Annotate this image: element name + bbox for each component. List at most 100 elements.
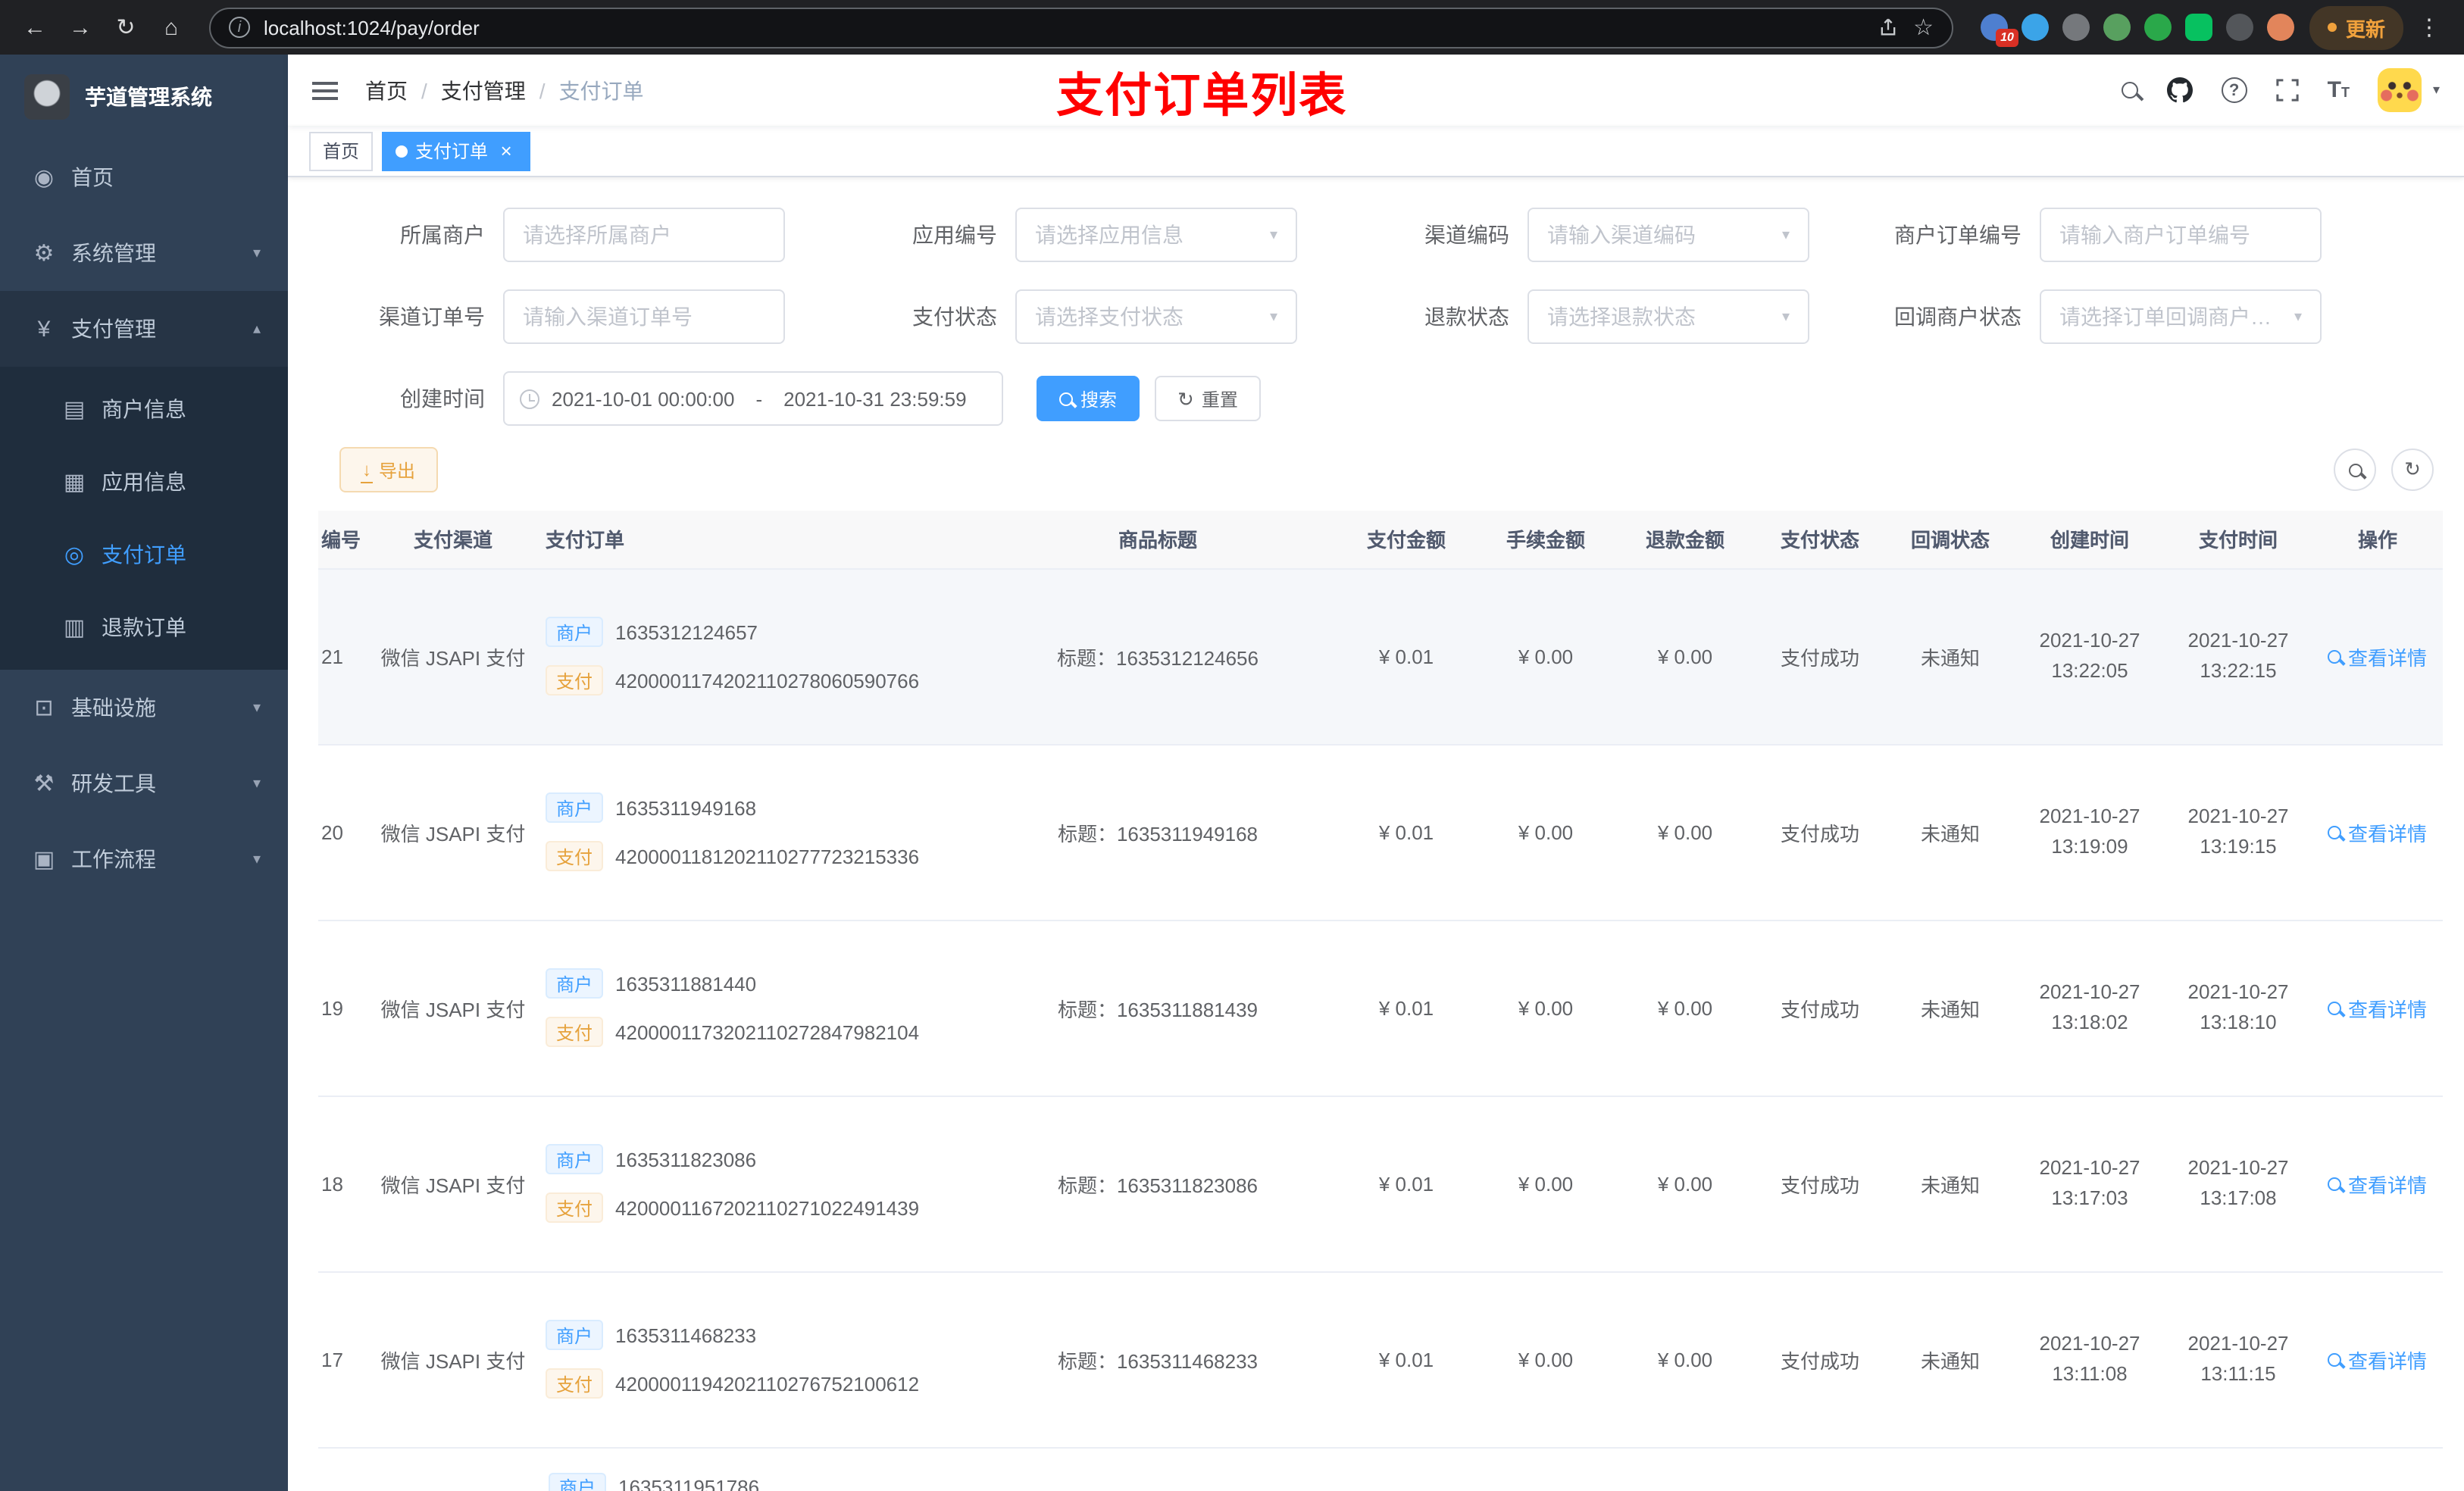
merchant-tag: 商户 bbox=[546, 792, 604, 823]
cell-channel: 微信 JSAPI 支付 bbox=[370, 1096, 536, 1272]
extension-icon[interactable] bbox=[2143, 14, 2172, 41]
sidebar-item-label: 支付管理 bbox=[71, 317, 156, 341]
sidebar-item-label: 首页 bbox=[71, 165, 114, 189]
search-icon bbox=[1059, 392, 1073, 405]
extension-icon[interactable]: 10 bbox=[1980, 14, 2018, 47]
sidebar-item-home[interactable]: ◉ 首页 bbox=[0, 139, 288, 215]
tab-home[interactable]: 首页 bbox=[309, 131, 374, 170]
date-range-picker[interactable]: 2021-10-01 00:00:00 - 2021-10-31 23:59:5… bbox=[503, 371, 1003, 426]
filter-merchant-order-no: 商户订单编号 bbox=[1876, 208, 2322, 262]
table-row[interactable]: 21 微信 JSAPI 支付 商户 1635312124657 支付 4200001… bbox=[318, 568, 2443, 745]
sidebar-item-refund-order[interactable]: ▥ 退款订单 bbox=[0, 591, 288, 664]
update-button[interactable]: 更新 bbox=[2309, 5, 2403, 49]
cell-notify: 未通知 bbox=[1885, 744, 2015, 921]
cell-refund: ¥ 0.00 bbox=[1615, 920, 1755, 1096]
table-row[interactable]: 20 微信 JSAPI 支付 商户 1635311949168 支付 4200001… bbox=[318, 744, 2443, 921]
view-detail-link[interactable]: 查看详情 bbox=[2328, 1169, 2427, 1198]
app-select[interactable]: 请选择应用信息 ▾ bbox=[1015, 208, 1297, 262]
extension-icon[interactable] bbox=[2062, 14, 2090, 41]
sidebar-item-workflow[interactable]: ▣ 工作流程 ▾ bbox=[0, 821, 288, 897]
col-status: 支付状态 bbox=[1755, 511, 1885, 569]
address-bar[interactable]: i localhost:1024/pay/order ☆ bbox=[209, 7, 1953, 48]
fullscreen-icon[interactable] bbox=[2275, 79, 2299, 102]
document-icon: ▥ bbox=[63, 615, 86, 641]
chevron-down-icon: ▾ bbox=[1781, 227, 1790, 243]
sidebar-item-label: 商户信息 bbox=[102, 397, 186, 421]
search-icon[interactable] bbox=[2121, 82, 2138, 98]
view-detail-link[interactable]: 查看详情 bbox=[2328, 817, 2427, 846]
export-button[interactable]: ↓ 导出 bbox=[339, 447, 439, 492]
search-icon bbox=[2348, 463, 2362, 477]
dashboard-icon: ◉ bbox=[33, 165, 55, 191]
time: 13:18:10 bbox=[2200, 1011, 2277, 1033]
sidebar-item-merchant-info[interactable]: ▤ 商户信息 bbox=[0, 373, 288, 445]
toggle-search-button[interactable] bbox=[2334, 449, 2376, 491]
sidebar-item-app-info[interactable]: ▦ 应用信息 bbox=[0, 445, 288, 518]
search-button[interactable]: 搜索 bbox=[1037, 376, 1140, 421]
breadcrumb-section[interactable]: 支付管理 bbox=[441, 75, 526, 105]
table-row[interactable]: 18 微信 JSAPI 支付 商户 1635311823086 支付 4200001… bbox=[318, 1096, 2443, 1272]
refresh-table-button[interactable]: ↻ bbox=[2391, 449, 2434, 491]
share-icon[interactable] bbox=[1877, 17, 1898, 38]
pay-status-select[interactable]: 请选择支付状态 ▾ bbox=[1015, 289, 1297, 344]
bookmark-star-icon[interactable]: ☆ bbox=[1913, 14, 1934, 41]
sidebar-item-infra[interactable]: ⊡ 基础设施 ▾ bbox=[0, 670, 288, 746]
breadcrumb-home[interactable]: 首页 bbox=[365, 75, 408, 105]
sidebar-item-label: 退款订单 bbox=[102, 615, 186, 639]
bank-card-icon: ▤ bbox=[63, 397, 86, 423]
cell-amount: ¥ 0.01 bbox=[1337, 568, 1476, 745]
chevron-down-icon: ▾ bbox=[252, 245, 261, 261]
profile-avatar-icon[interactable] bbox=[2266, 14, 2294, 41]
merchant-input[interactable] bbox=[503, 208, 785, 262]
channel-code-select[interactable]: 请输入渠道编码 ▾ bbox=[1527, 208, 1809, 262]
view-detail-link[interactable]: 查看详情 bbox=[2328, 1345, 2427, 1374]
refund-status-select[interactable]: 请选择退款状态 ▾ bbox=[1527, 289, 1809, 344]
view-detail-link[interactable]: 查看详情 bbox=[2328, 642, 2427, 670]
sidebar-item-payment[interactable]: ¥ 支付管理 ▴ bbox=[0, 291, 288, 367]
close-tab-icon[interactable]: × bbox=[496, 139, 517, 162]
extension-icon[interactable] bbox=[2225, 14, 2253, 41]
extension-icon[interactable] bbox=[2103, 14, 2131, 41]
sidebar-item-system[interactable]: ⚙ 系统管理 ▾ bbox=[0, 215, 288, 291]
chevron-down-icon: ▾ bbox=[252, 851, 261, 867]
notify-status-select[interactable]: 请选择订单回调商户状态 ▾ bbox=[2040, 289, 2322, 344]
table-row-partial[interactable]: 商户 1635311951786 bbox=[318, 1447, 2443, 1491]
reset-button[interactable]: ↻ 重置 bbox=[1155, 376, 1261, 421]
sidebar-item-label: 工作流程 bbox=[71, 847, 156, 871]
cell-pay-time: 2021-10-27 13:19:15 bbox=[2164, 744, 2312, 921]
pay-tag: 支付 bbox=[546, 1368, 604, 1399]
cell-action: 查看详情 bbox=[2312, 744, 2443, 921]
help-icon[interactable]: ? bbox=[2221, 77, 2247, 103]
github-icon[interactable] bbox=[2166, 77, 2193, 103]
time: 13:22:15 bbox=[2200, 659, 2277, 682]
channel-order-no-input[interactable] bbox=[503, 289, 785, 344]
tools-icon: ⚒ bbox=[33, 771, 55, 797]
user-avatar[interactable] bbox=[2378, 68, 2422, 112]
hamburger-icon[interactable] bbox=[312, 81, 338, 99]
breadcrumb: 首页 / 支付管理 / 支付订单 bbox=[365, 75, 644, 105]
table-toolbar: ↓ 导出 ↻ bbox=[339, 447, 2443, 492]
filter-label: 应用编号 bbox=[912, 223, 997, 247]
cell-channel: 微信 JSAPI 支付 bbox=[370, 1271, 536, 1448]
font-size-icon[interactable]: TT bbox=[2328, 79, 2350, 102]
filter-label: 退款状态 bbox=[1424, 305, 1509, 329]
site-info-icon[interactable]: i bbox=[229, 17, 250, 38]
date: 2021-10-27 bbox=[2039, 805, 2140, 827]
extension-icon[interactable] bbox=[2021, 14, 2049, 41]
browser-menu-icon[interactable]: ⋮ bbox=[2409, 8, 2449, 47]
cell-amount: ¥ 0.01 bbox=[1337, 744, 1476, 921]
forward-icon[interactable]: → bbox=[61, 8, 100, 47]
sidebar-item-dev-tools[interactable]: ⚒ 研发工具 ▾ bbox=[0, 746, 288, 821]
back-icon[interactable]: ← bbox=[15, 8, 55, 47]
col-channel: 支付渠道 bbox=[370, 511, 536, 569]
app-logo[interactable]: 芋道管理系统 bbox=[0, 55, 288, 139]
sidebar-item-pay-order[interactable]: ◎ 支付订单 bbox=[0, 518, 288, 591]
merchant-order-no-input[interactable] bbox=[2040, 208, 2322, 262]
table-row[interactable]: 17 微信 JSAPI 支付 商户 1635311468233 支付 4200001… bbox=[318, 1271, 2443, 1448]
table-row[interactable]: 19 微信 JSAPI 支付 商户 1635311881440 支付 4200001… bbox=[318, 920, 2443, 1096]
browser-home-icon[interactable]: ⌂ bbox=[152, 8, 191, 47]
tab-pay-order[interactable]: 支付订单 × bbox=[382, 131, 531, 170]
reload-icon[interactable]: ↻ bbox=[106, 8, 145, 47]
view-detail-link[interactable]: 查看详情 bbox=[2328, 993, 2427, 1022]
extension-icon[interactable] bbox=[2184, 14, 2212, 41]
